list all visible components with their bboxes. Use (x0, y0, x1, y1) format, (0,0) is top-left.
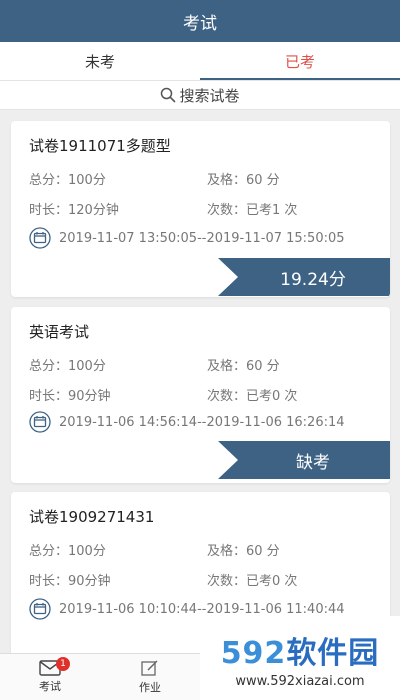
exam-attempts: 次数：已考1 次 (207, 203, 298, 218)
notification-badge: 1 (56, 657, 70, 671)
calendar-icon (29, 411, 51, 433)
nav-item-label: 作业 (139, 681, 161, 694)
tab-taken[interactable]: 已考 (200, 42, 400, 80)
exam-card[interactable]: 试卷1911071多题型 总分：100分 及格：60 分 时长：120分钟 次数… (11, 121, 390, 297)
exam-time-text: 2019-11-06 10:10:44--2019-11-06 11:40:44 (59, 601, 345, 617)
search-bar[interactable]: 搜索试卷 (0, 80, 400, 110)
exam-title: 试卷1909271431 (29, 508, 155, 526)
exam-result-ribbon: 19.24分 (218, 258, 390, 296)
exam-time-text: 2019-11-07 13:50:05--2019-11-07 15:50:05 (59, 230, 345, 246)
exam-attempts: 次数：已考0 次 (207, 574, 298, 589)
calendar-icon (29, 598, 51, 620)
watermark-url: www.592xiazai.com (235, 673, 365, 689)
calendar-icon (29, 227, 51, 249)
page-title: 考试 (183, 13, 217, 34)
watermark-name: 软件园 (286, 635, 380, 671)
watermark-logo: 592软件园 www.592xiazai.com (200, 616, 400, 700)
nav-item-label: 考试 (39, 680, 61, 693)
exam-result: 19.24分 (280, 269, 346, 290)
tab-bar: 未考 已考 (0, 42, 400, 80)
top-bar: 考试 (0, 0, 400, 42)
exam-title: 试卷1911071多题型 (29, 137, 171, 155)
exam-pass-score: 及格：60 分 (207, 544, 280, 559)
exam-total-score: 总分：100分 (29, 173, 106, 188)
exam-total-score: 总分：100分 (29, 544, 106, 559)
exam-duration: 时长：90分钟 (29, 574, 111, 589)
watermark-logo-text: 592软件园 (221, 628, 380, 672)
exam-duration: 时长：90分钟 (29, 389, 111, 404)
exam-time-range: 2019-11-06 14:56:14--2019-11-06 16:26:14 (29, 411, 345, 433)
watermark-number: 592 (220, 635, 287, 671)
exam-duration: 时长：120分钟 (29, 203, 119, 218)
exam-result: 缺考 (296, 452, 330, 473)
exam-result-ribbon: 缺考 (218, 441, 390, 479)
exam-pass-score: 及格：60 分 (207, 359, 280, 374)
edit-icon (141, 660, 158, 676)
exam-pass-score: 及格：60 分 (207, 173, 280, 188)
exam-title: 英语考试 (29, 323, 90, 341)
exam-total-score: 总分：100分 (29, 359, 106, 374)
nav-item-homework[interactable]: 作业 (100, 654, 200, 700)
nav-item-exam[interactable]: 1 考试 (0, 654, 100, 700)
search-icon (161, 87, 176, 103)
exam-time-range: 2019-11-07 13:50:05--2019-11-07 15:50:05 (29, 227, 345, 249)
exam-card[interactable]: 英语考试 总分：100分 及格：60 分 时长：90分钟 次数：已考0 次 20… (11, 307, 390, 483)
exam-attempts: 次数：已考0 次 (207, 389, 298, 404)
exam-time-text: 2019-11-06 14:56:14--2019-11-06 16:26:14 (59, 414, 345, 430)
tab-not-taken[interactable]: 未考 (0, 42, 200, 80)
search-placeholder: 搜索试卷 (179, 86, 240, 105)
exam-list[interactable]: 试卷1911071多题型 总分：100分 及格：60 分 时长：120分钟 次数… (0, 110, 400, 653)
